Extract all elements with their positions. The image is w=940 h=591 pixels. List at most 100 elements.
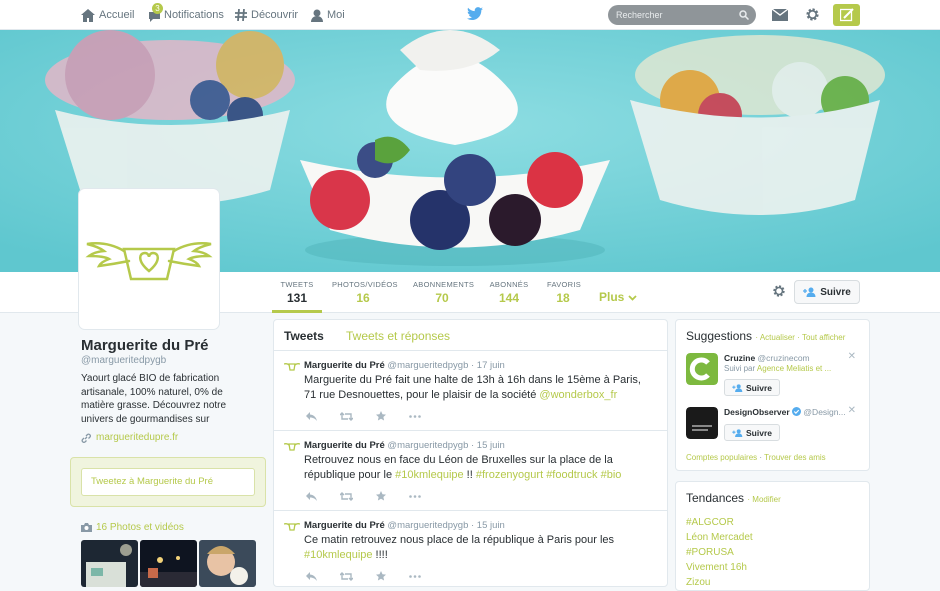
more-options-icon[interactable] (409, 574, 421, 578)
tweet-body: !! (463, 469, 476, 481)
reply-icon[interactable] (306, 491, 317, 501)
retweet-icon[interactable] (340, 491, 353, 501)
more-options-icon[interactable] (409, 494, 421, 498)
stat-following[interactable]: ABONNEMENTS 70 (413, 280, 474, 305)
suggestion-follow-button[interactable]: Suivre (724, 379, 780, 396)
tweet-author[interactable]: Marguerite du Pré (304, 360, 385, 371)
more-options-icon[interactable] (409, 414, 421, 418)
more-menu[interactable]: Plus (599, 290, 637, 304)
trend-item[interactable]: Vivement 16h (686, 560, 753, 575)
nav-notifications[interactable]: 3 Notifications (148, 0, 224, 30)
suggestion-name-line: DesignObserver @Design... (724, 407, 846, 417)
trend-item[interactable]: Zizou (686, 575, 753, 590)
compose-tweet-button[interactable] (833, 4, 860, 26)
stat-followers[interactable]: ABONNÉS 144 (489, 280, 529, 305)
trend-item[interactable]: Léon Mercadet (686, 530, 753, 545)
profile-website-link[interactable]: margueritedupre.fr (81, 432, 178, 443)
home-icon (81, 8, 95, 22)
favorite-star-icon[interactable] (376, 571, 386, 581)
tab-tweets[interactable]: Tweets (284, 329, 324, 343)
suggestion-handle: @cruzinecom (757, 353, 810, 363)
nav-home[interactable]: Accueil (81, 0, 134, 30)
tweet-date[interactable]: · 15 juin (471, 520, 505, 531)
nav-discover[interactable]: Découvrir (235, 0, 298, 30)
nav-home-label: Accueil (99, 9, 135, 21)
tweet-header: Marguerite du Pré @margueritedpygb · 17 … (304, 360, 505, 371)
followed-by-link[interactable]: Agence Meliatis et ... (757, 364, 831, 373)
link-icon (81, 433, 91, 443)
tweet-item[interactable]: Marguerite du Pré @margueritedpygb · 17 … (274, 351, 667, 431)
stat-favorites[interactable]: FAVORIS 18 (547, 280, 581, 305)
hashtag-icon (235, 9, 247, 21)
tweet-date[interactable]: · 15 juin (471, 440, 505, 451)
designobserver-logo[interactable] (686, 407, 718, 439)
camera-icon (81, 523, 92, 532)
tweet-avatar[interactable] (284, 522, 300, 532)
tweet-hashtag[interactable]: #bio (601, 469, 622, 481)
trend-item[interactable]: #ALGCOR (686, 515, 753, 530)
nav-notifications-label: Notifications (164, 9, 224, 21)
direct-messages-icon[interactable] (772, 8, 788, 22)
stat-photos-videos[interactable]: PHOTOS/VIDÉOS 16 (332, 280, 398, 305)
suggestion-followed-by: Suivi par Agence Meliatis et ... (724, 364, 831, 373)
profile-settings-gear-icon[interactable] (772, 284, 786, 298)
dismiss-suggestion-icon[interactable]: ✕ (848, 351, 856, 362)
tweet-handle: @margueritedpygb (387, 520, 469, 531)
tweet-hashtag[interactable]: #10kmlequipe (304, 549, 373, 561)
show-all-link[interactable]: Tout afficher (802, 333, 845, 342)
twitter-bird-icon[interactable] (467, 7, 483, 21)
photo-thumbnail[interactable] (199, 540, 256, 587)
change-trends-link[interactable]: Modifier (752, 495, 780, 504)
suggestion-follow-button[interactable]: Suivre (724, 424, 780, 441)
stat-value: 70 (435, 291, 449, 305)
favorite-star-icon[interactable] (376, 411, 386, 421)
tweet-date[interactable]: · 17 juin (471, 360, 505, 371)
photo-thumbnail[interactable] (81, 540, 138, 587)
tweet-body: Ce matin retrouvez nous place de la répu… (304, 534, 615, 546)
tweet-author[interactable]: Marguerite du Pré (304, 440, 385, 451)
add-user-icon (803, 287, 816, 297)
trend-item[interactable]: #PORUSA (686, 545, 753, 560)
search-icon[interactable] (739, 10, 749, 20)
stat-tweets[interactable]: TWEETS 131 (272, 280, 322, 313)
tweet-avatar[interactable] (284, 362, 300, 372)
reply-icon[interactable] (306, 571, 317, 581)
profile-avatar[interactable] (79, 189, 219, 329)
tweet-item[interactable]: Marguerite du Pré @margueritedpygb · 15 … (274, 511, 667, 586)
tweet-hashtag[interactable]: #foodtruck (546, 469, 597, 481)
reply-icon[interactable] (306, 411, 317, 421)
search-input[interactable]: Rechercher (608, 5, 756, 25)
tweet-item[interactable]: Marguerite du Pré @margueritedpygb · 15 … (274, 431, 667, 511)
suggestion-name[interactable]: Cruzine (724, 353, 755, 363)
winged-heart-logo (85, 242, 213, 281)
tweet-hashtag[interactable]: #frozenyogurt (476, 469, 543, 481)
suggestions-panel: Suggestions · Actualiser · Tout afficher… (675, 319, 870, 471)
photos-videos-link[interactable]: 16 Photos et vidéos (81, 522, 184, 533)
tweet-author[interactable]: Marguerite du Pré (304, 520, 385, 531)
retweet-icon[interactable] (340, 571, 353, 581)
tweet-body: !!!! (372, 549, 388, 561)
tweet-actions (306, 571, 444, 581)
settings-gear-icon[interactable] (805, 7, 820, 22)
dismiss-suggestion-icon[interactable]: ✕ (848, 405, 856, 416)
tweet-actions (306, 411, 444, 421)
tweet-mention-link[interactable]: @wonderbox_fr (539, 389, 617, 401)
cruzine-logo[interactable] (686, 353, 718, 385)
tweet-avatar[interactable] (284, 442, 300, 452)
nav-discover-label: Découvrir (251, 9, 299, 21)
nav-me[interactable]: Moi (311, 0, 345, 30)
find-friends-link[interactable]: Trouver des amis (764, 453, 826, 462)
favorite-star-icon[interactable] (376, 491, 386, 501)
tweet-to-input[interactable]: Tweetez à Marguerite du Pré (81, 468, 255, 496)
tab-tweets-and-replies[interactable]: Tweets et réponses (346, 329, 450, 343)
tweet-text: Ce matin retrouvez nous place de la répu… (304, 533, 654, 563)
popular-accounts-link[interactable]: Comptes populaires (686, 453, 757, 462)
refresh-link[interactable]: Actualiser (760, 333, 795, 342)
tweet-handle: @margueritedpygb (387, 440, 469, 451)
trends-list: #ALGCOR Léon Mercadet #PORUSA Vivement 1… (686, 515, 753, 590)
photo-thumbnail[interactable] (140, 540, 197, 587)
suggestion-name[interactable]: DesignObserver (724, 407, 790, 417)
follow-button[interactable]: Suivre (794, 280, 860, 304)
tweet-hashtag[interactable]: #10kmlequipe (395, 469, 464, 481)
retweet-icon[interactable] (340, 411, 353, 421)
